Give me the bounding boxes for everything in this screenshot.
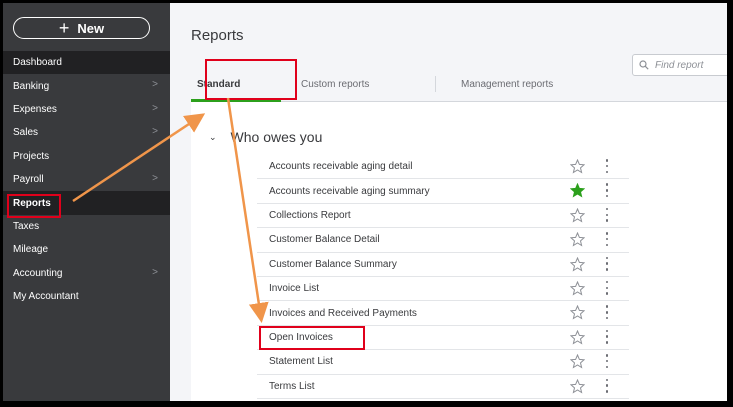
report-row[interactable]: Terms List	[257, 375, 629, 399]
star-outline-icon[interactable]	[570, 305, 585, 320]
sidebar-item-reports[interactable]: Reports	[3, 191, 170, 215]
more-options-icon[interactable]	[605, 183, 609, 198]
new-button-label: New	[77, 20, 105, 36]
sidebar-item-label: My Accountant	[13, 291, 79, 303]
report-list-panel: ⌄ Who owes you Accounts receivable aging…	[191, 102, 727, 401]
more-options-icon[interactable]	[605, 378, 609, 393]
sidebar-item-my-accountant[interactable]: My Accountant	[3, 285, 170, 308]
sidebar-item-taxes[interactable]: Taxes	[3, 215, 170, 238]
app-window: + New Dashboard Banking > Expenses > Sales > Pr…	[3, 3, 727, 401]
report-row[interactable]: Open Invoices	[257, 326, 629, 351]
report-link[interactable]: Collections Report	[257, 210, 351, 221]
star-outline-icon[interactable]	[570, 354, 585, 369]
star-outline-icon[interactable]	[570, 207, 585, 223]
more-options-icon[interactable]	[605, 354, 609, 369]
tab-divider	[435, 76, 436, 92]
sidebar: + New Dashboard Banking > Expenses > Sales > Pr…	[3, 3, 170, 401]
star-outline-icon[interactable]	[570, 329, 585, 345]
report-link[interactable]: Customer Balance Summary	[257, 259, 397, 270]
sidebar-item-label: Dashboard	[13, 57, 62, 69]
report-row[interactable]: Invoices and Received Payments	[257, 301, 629, 326]
page-title: Reports	[191, 27, 244, 44]
chevron-right-icon: >	[152, 126, 158, 138]
chevron-right-icon: >	[152, 79, 158, 91]
section-who-owes-you[interactable]: ⌄ Who owes you	[209, 129, 322, 145]
sidebar-item-projects[interactable]: Projects	[3, 145, 170, 168]
star-outline-icon[interactable]	[570, 232, 585, 247]
report-row[interactable]: Statement List	[257, 350, 629, 375]
sidebar-item-label: Expenses	[13, 103, 57, 115]
report-row[interactable]: Customer Balance Summary	[257, 253, 629, 277]
sidebar-item-label: Banking	[13, 80, 50, 92]
star-outline-icon[interactable]	[570, 378, 585, 394]
sidebar-item-label: Accounting	[13, 267, 63, 279]
section-title: Who owes you	[230, 129, 323, 145]
sidebar-item-label: Taxes	[13, 220, 40, 232]
sidebar-item-mileage[interactable]: Mileage	[3, 238, 170, 261]
more-options-icon[interactable]	[605, 305, 609, 320]
tab-management-reports[interactable]: Management reports	[461, 69, 553, 99]
chevron-down-icon: ⌄	[209, 131, 217, 142]
sidebar-item-label: Mileage	[13, 244, 49, 256]
more-options-icon[interactable]	[605, 159, 609, 173]
sidebar-item-expenses[interactable]: Expenses >	[3, 98, 170, 121]
report-row[interactable]: Invoice List	[257, 277, 629, 302]
report-rows: Accounts receivable aging detail Accounts…	[257, 155, 629, 399]
sidebar-item-label: Projects	[13, 150, 50, 162]
sidebar-item-dashboard[interactable]: Dashboard	[3, 51, 170, 75]
tab-management-reports-label: Management reports	[461, 78, 554, 90]
report-link[interactable]: Invoice List	[257, 283, 319, 294]
report-link[interactable]: Statement List	[257, 356, 333, 367]
main-content: Reports Find report Standard Custom repo…	[170, 3, 727, 401]
new-button[interactable]: + New	[13, 17, 150, 39]
sidebar-item-banking[interactable]: Banking >	[3, 74, 170, 97]
report-link[interactable]: Invoices and Received Payments	[257, 308, 417, 319]
sidebar-item-payroll[interactable]: Payroll >	[3, 168, 170, 191]
sidebar-item-label: Payroll	[13, 174, 44, 186]
sidebar-nav: Dashboard Banking > Expenses > Sales > Projects…	[3, 51, 170, 308]
tab-standard[interactable]: Standard	[197, 69, 240, 99]
report-link[interactable]: Open Invoices	[257, 332, 333, 343]
tab-custom-reports[interactable]: Custom reports	[301, 69, 369, 99]
chevron-right-icon: >	[152, 172, 158, 184]
sidebar-item-accounting[interactable]: Accounting >	[3, 262, 170, 285]
report-row[interactable]: Customer Balance Detail	[257, 228, 629, 253]
plus-icon: +	[58, 18, 70, 38]
report-link[interactable]: Terms List	[257, 381, 315, 392]
tab-custom-reports-label: Custom reports	[301, 78, 370, 90]
report-link[interactable]: Accounts receivable aging detail	[257, 161, 412, 172]
star-outline-icon[interactable]	[570, 159, 585, 174]
more-options-icon[interactable]	[605, 329, 609, 344]
sidebar-item-sales[interactable]: Sales >	[3, 121, 170, 144]
more-options-icon[interactable]	[605, 280, 609, 295]
tab-standard-label: Standard	[197, 78, 241, 90]
more-options-icon[interactable]	[605, 207, 609, 222]
star-outline-icon[interactable]	[570, 256, 585, 272]
chevron-right-icon: >	[152, 266, 158, 278]
sidebar-item-label: Reports	[13, 197, 51, 209]
report-link[interactable]: Accounts receivable aging summary	[257, 186, 430, 197]
report-link[interactable]: Customer Balance Detail	[257, 234, 380, 245]
report-tabs: Standard Custom reports Management repor…	[191, 69, 727, 102]
more-options-icon[interactable]	[605, 256, 609, 271]
more-options-icon[interactable]	[605, 232, 609, 247]
report-row[interactable]: Collections Report	[257, 204, 629, 229]
report-row[interactable]: Accounts receivable aging summary	[257, 179, 629, 204]
chevron-right-icon: >	[152, 102, 158, 114]
star-outline-icon[interactable]	[570, 280, 585, 296]
report-row[interactable]: Accounts receivable aging detail	[257, 155, 629, 180]
sidebar-item-label: Sales	[13, 127, 39, 139]
star-filled-icon[interactable]	[570, 183, 585, 198]
